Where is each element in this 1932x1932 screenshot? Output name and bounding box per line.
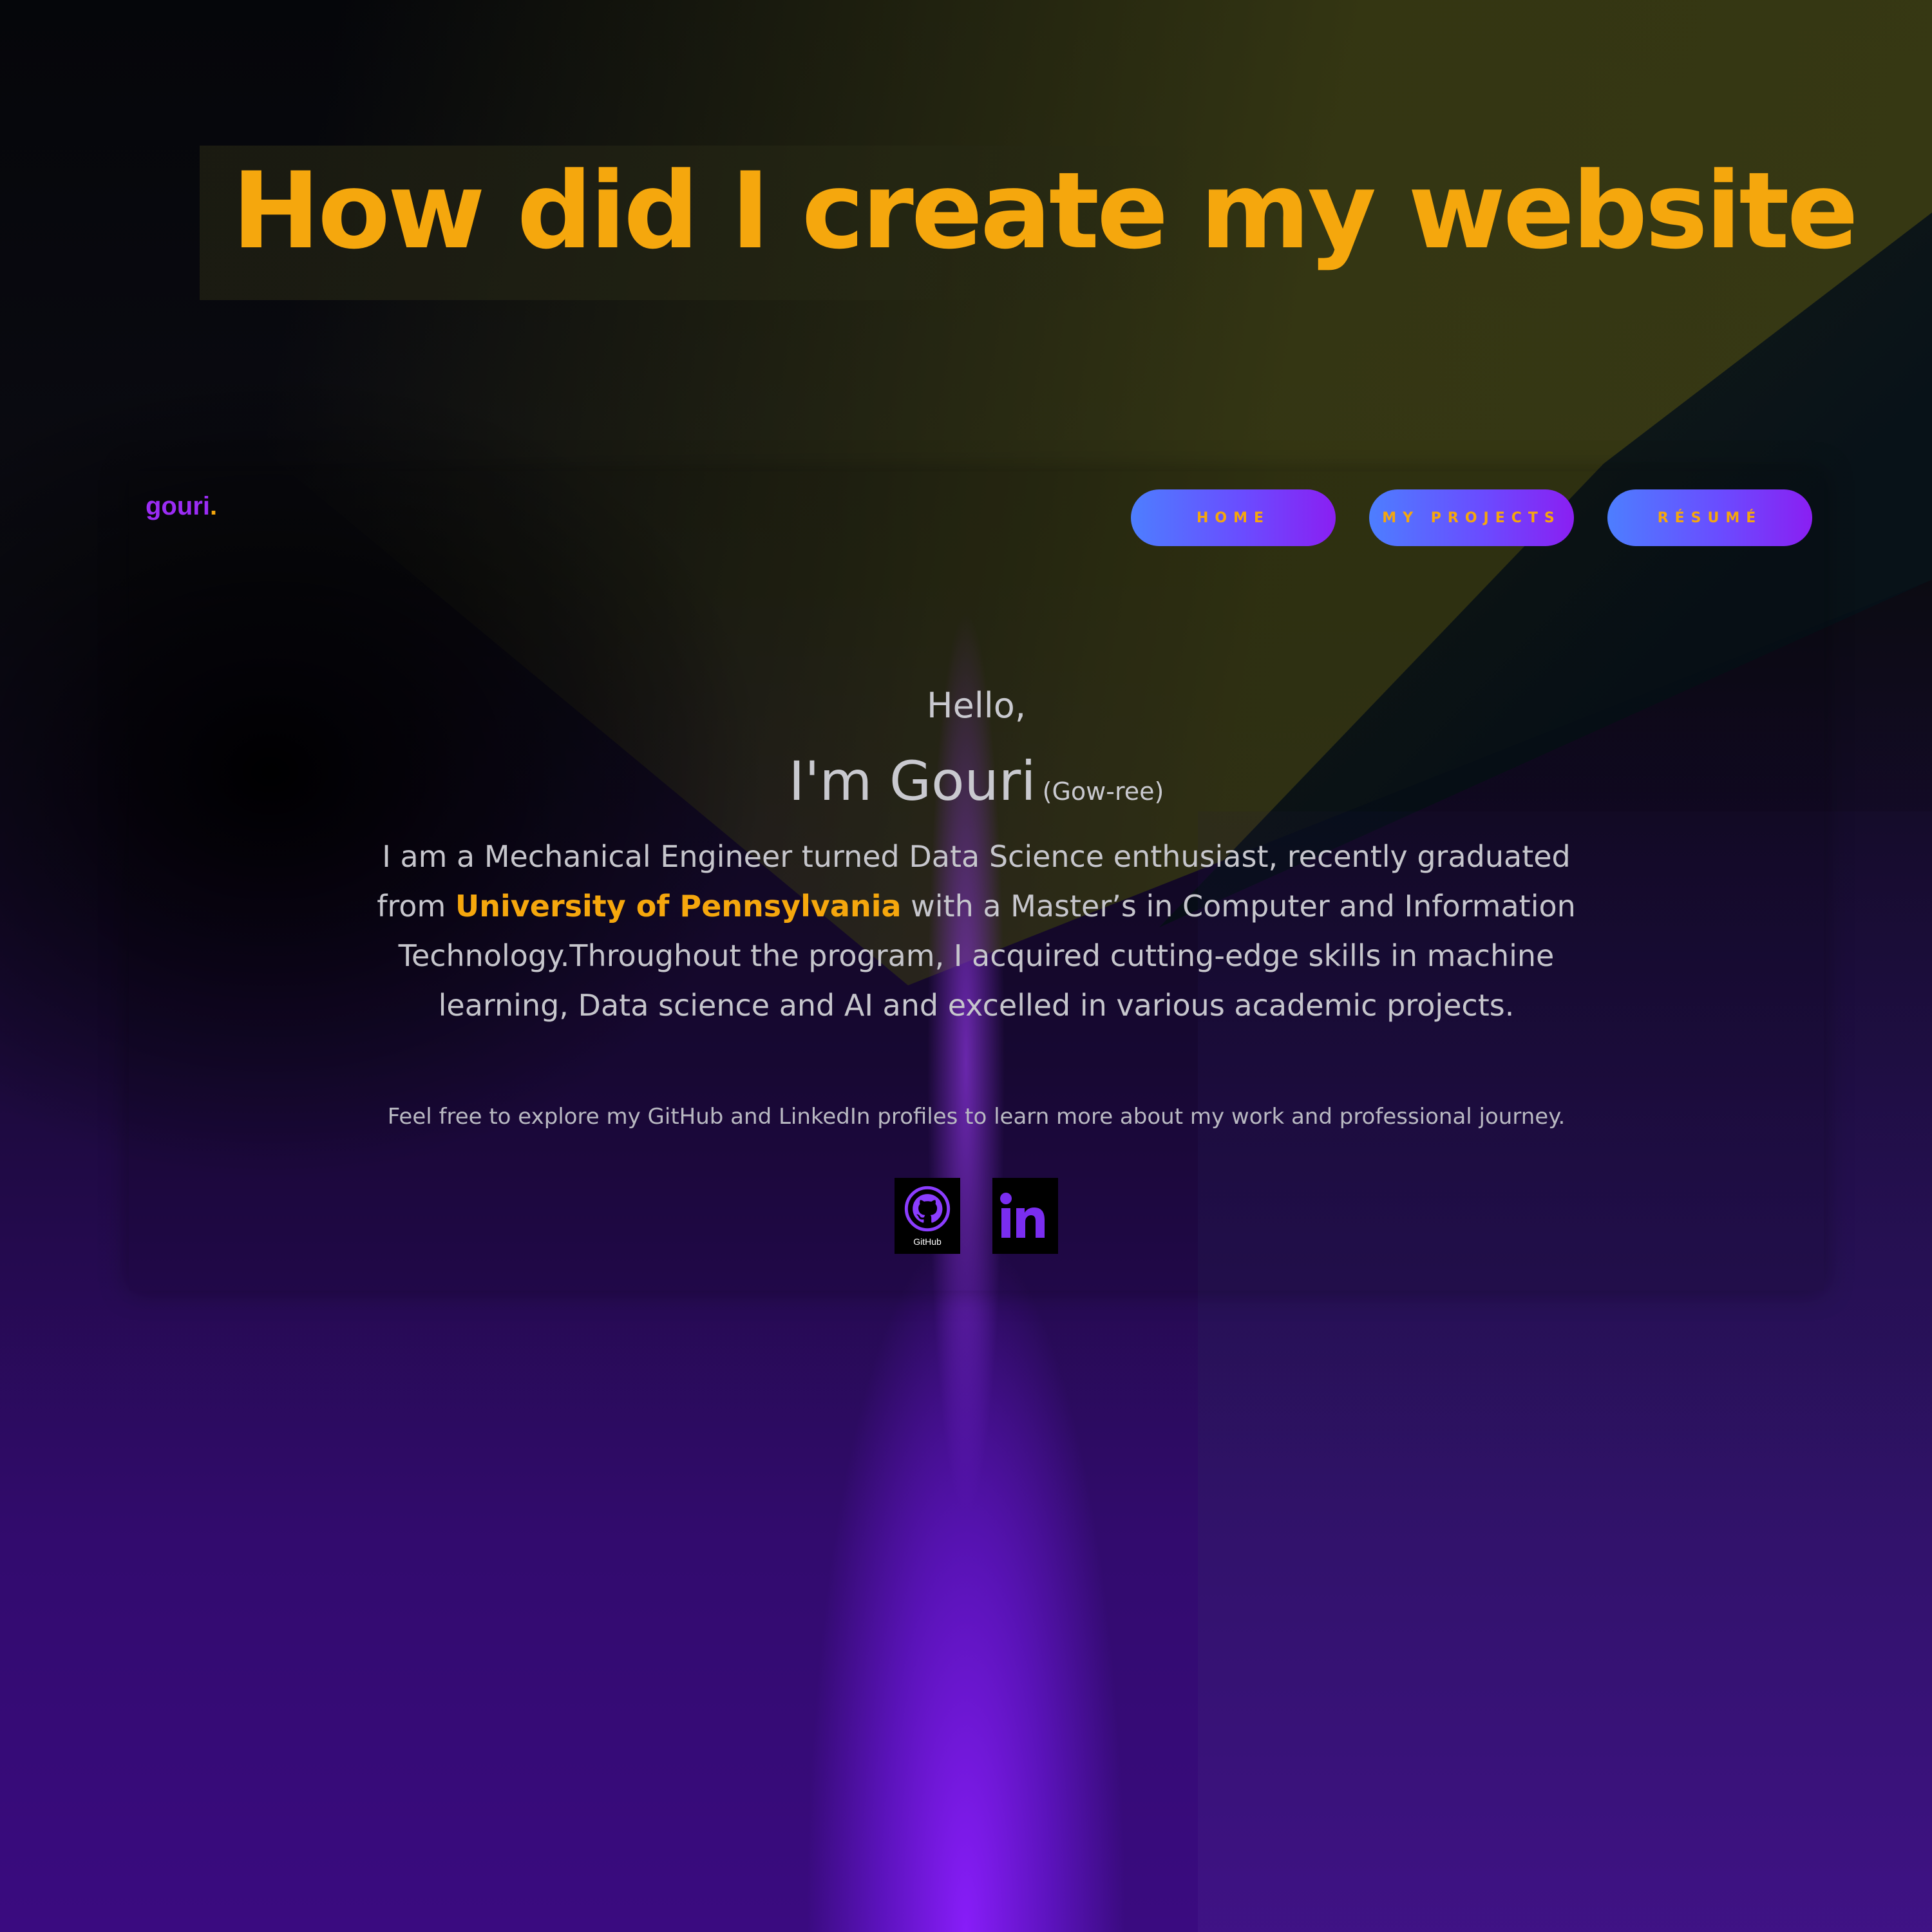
nav-my-projects-button[interactable]: MY PROJECTS — [1369, 489, 1574, 546]
linkedin-link[interactable] — [992, 1178, 1058, 1254]
bio-university: University of Pennsylvania — [455, 889, 902, 923]
linkedin-icon — [998, 1188, 1052, 1244]
explore-profiles-text: Feel free to explore my GitHub and Linke… — [387, 1104, 1566, 1130]
github-label: GitHub — [913, 1236, 942, 1247]
website-screenshot: gouri. HOME MY PROJECTS RÉSUMÉ Hello, I'… — [129, 471, 1824, 1291]
hero-greeting: Hello, — [926, 685, 1027, 726]
nav-home-button[interactable]: HOME — [1131, 489, 1336, 546]
social-links: GitHub — [129, 1178, 1825, 1254]
github-icon — [904, 1185, 951, 1235]
hero-name: I'm Gouri — [788, 750, 1036, 813]
site-logo-text: gouri — [146, 492, 210, 520]
github-link[interactable]: GitHub — [895, 1178, 960, 1254]
hero-bio: I am a Mechanical Engineer turned Data S… — [348, 832, 1605, 1030]
page-title: How did I create my website — [232, 149, 1859, 272]
hero-name-line: I'm Gouri (Gow-ree) — [129, 750, 1824, 813]
hero-pronunciation: (Gow-ree) — [1042, 777, 1164, 806]
site-logo[interactable]: gouri. — [146, 492, 217, 521]
site-nav: HOME MY PROJECTS RÉSUMÉ — [1131, 489, 1812, 546]
site-logo-dot: . — [209, 492, 218, 520]
nav-resume-button[interactable]: RÉSUMÉ — [1607, 489, 1812, 546]
